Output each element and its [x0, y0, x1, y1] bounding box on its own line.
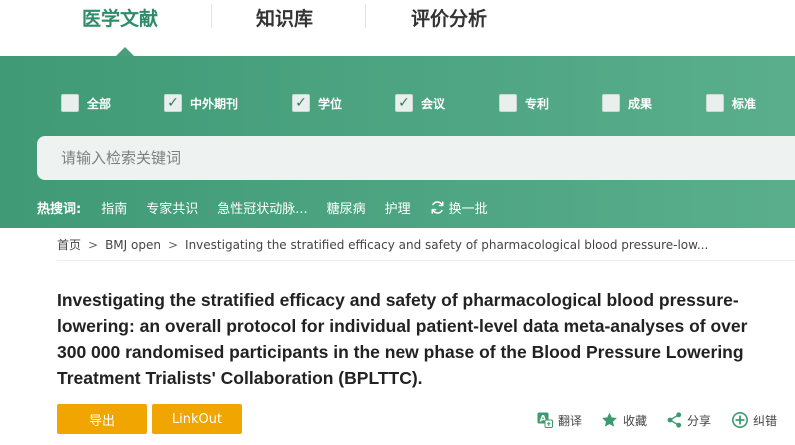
- filter-row: 全部 ✓ 中外期刊 ✓ 学位 ✓ 会议 专利 成果 标准: [0, 92, 795, 114]
- hot-search-item[interactable]: 急性冠状动脉...: [217, 198, 307, 217]
- share-label: 分享: [687, 413, 712, 428]
- checkbox-checked[interactable]: ✓: [292, 94, 310, 112]
- active-tab-caret: [116, 47, 134, 56]
- tab-divider: [211, 4, 212, 28]
- checkbox[interactable]: [61, 94, 79, 112]
- checkbox[interactable]: [499, 94, 517, 112]
- refresh-button[interactable]: 换一批: [430, 198, 488, 217]
- article-title: Investigating the stratified efficacy an…: [57, 290, 748, 388]
- correct-label: 纠错: [753, 413, 778, 428]
- checkbox[interactable]: [602, 94, 620, 112]
- filter-conference[interactable]: ✓ 会议: [395, 92, 445, 114]
- correct-button[interactable]: 纠错: [732, 410, 777, 430]
- translate-button[interactable]: A 翻译: [537, 410, 582, 430]
- hot-search-item[interactable]: 糖尿病: [327, 198, 366, 217]
- hot-search-title: 热搜词:: [37, 201, 82, 217]
- filter-degree[interactable]: ✓ 学位: [292, 92, 342, 114]
- filter-label: 会议: [421, 96, 446, 111]
- filter-all[interactable]: 全部: [61, 92, 111, 114]
- tab-evaluation-analysis[interactable]: 评价分析: [411, 4, 487, 31]
- filter-label: 全部: [87, 96, 112, 111]
- divider: [57, 260, 795, 261]
- checkbox-checked[interactable]: ✓: [395, 94, 413, 112]
- favorite-label: 收藏: [623, 413, 648, 428]
- translate-icon: A: [537, 412, 553, 428]
- filter-label: 中外期刊: [190, 96, 239, 111]
- filter-journals[interactable]: ✓ 中外期刊: [164, 92, 238, 114]
- filter-patent[interactable]: 专利: [499, 92, 549, 114]
- breadcrumb: 首页 > BMJ open > Investigating the strati…: [57, 236, 708, 253]
- hot-search-row: 热搜词: 指南 专家共识 急性冠状动脉... 糖尿病 护理 换一批: [37, 197, 488, 217]
- filter-achievement[interactable]: 成果: [602, 92, 652, 114]
- tab-divider: [365, 4, 366, 28]
- checkbox-checked[interactable]: ✓: [164, 94, 182, 112]
- search-panel: 全部 ✓ 中外期刊 ✓ 学位 ✓ 会议 专利 成果 标准 热搜词: 指南: [0, 56, 795, 228]
- translate-label: 翻译: [558, 413, 583, 428]
- checkbox[interactable]: [706, 94, 724, 112]
- filter-label: 成果: [628, 96, 653, 111]
- tab-medical-literature[interactable]: 医学文献: [82, 4, 158, 31]
- breadcrumb-separator: >: [167, 237, 179, 252]
- share-button[interactable]: 分享: [667, 410, 711, 430]
- refresh-icon: [431, 200, 444, 214]
- hot-search-item[interactable]: 指南: [101, 198, 127, 217]
- tab-knowledge-base[interactable]: 知识库: [256, 4, 313, 31]
- hot-search-item[interactable]: 专家共识: [146, 198, 198, 217]
- breadcrumb-journal[interactable]: BMJ open: [105, 238, 161, 252]
- breadcrumb-home[interactable]: 首页: [57, 236, 81, 253]
- hot-search-item[interactable]: 护理: [385, 198, 411, 217]
- share-icon: [667, 412, 682, 428]
- linkout-button[interactable]: LinkOut: [152, 404, 242, 434]
- top-nav: 医学文献 知识库 评价分析: [0, 0, 795, 56]
- breadcrumb-current: Investigating the stratified efficacy an…: [185, 237, 709, 252]
- filter-standard[interactable]: 标准: [706, 92, 756, 114]
- star-icon: [601, 412, 618, 428]
- filter-label: 专利: [525, 96, 550, 111]
- filter-label: 学位: [318, 96, 343, 111]
- plus-circle-icon: [732, 412, 748, 428]
- export-button[interactable]: 导出: [57, 404, 147, 434]
- filter-label: 标准: [732, 96, 757, 111]
- refresh-label: 换一批: [448, 201, 488, 217]
- favorite-button[interactable]: 收藏: [601, 410, 647, 430]
- breadcrumb-separator: >: [88, 237, 99, 252]
- search-input[interactable]: [37, 136, 795, 180]
